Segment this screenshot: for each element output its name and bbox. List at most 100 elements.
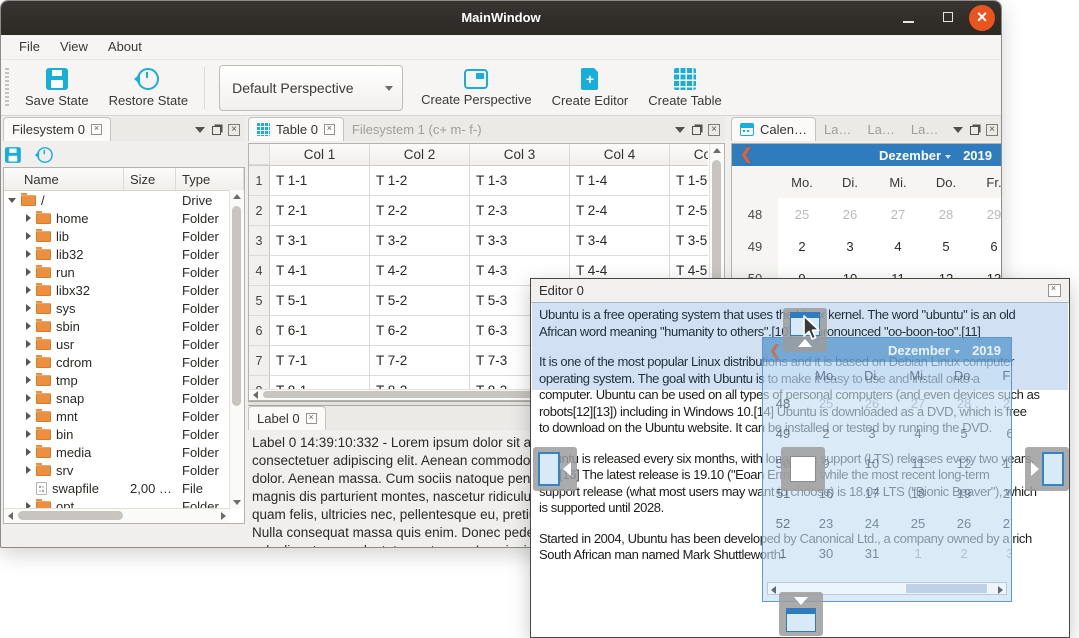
table-cell[interactable]: T 3-4 (570, 226, 670, 256)
row-header[interactable]: 1 (249, 166, 270, 196)
table-cell[interactable]: T 4-2 (370, 256, 470, 286)
tab-calendar[interactable]: Calen… (731, 117, 816, 141)
tab-table-0[interactable]: Table 0 (248, 117, 344, 141)
calendar-day[interactable]: 28 (941, 388, 987, 418)
column-header[interactable]: Col 3 (470, 144, 570, 165)
column-header-type[interactable]: Type (176, 168, 244, 190)
table-row[interactable]: swapfile2,00 …File (4, 479, 244, 497)
column-header[interactable]: Col 2 (370, 144, 470, 165)
scroll-down-icon[interactable] (233, 500, 241, 505)
calendar-day[interactable]: 6 (987, 418, 1012, 448)
tree-horizontal-scrollbar[interactable] (4, 508, 230, 523)
month-select[interactable]: Dezember (879, 148, 951, 163)
dock-drop-center-indicator[interactable] (781, 447, 825, 491)
float-panel-icon[interactable] (692, 126, 701, 135)
calendar-day[interactable]: 27 (987, 508, 1012, 538)
create-table-button[interactable]: Create Table (638, 65, 731, 111)
calendar-day[interactable]: 10 (849, 448, 895, 478)
calendar-day[interactable]: 5 (922, 230, 970, 262)
table-row[interactable]: mediaFolder (4, 443, 244, 461)
calendar-day[interactable]: 29 (970, 198, 1002, 230)
table-cell[interactable]: T 2-3 (470, 196, 570, 226)
table-row[interactable]: snapFolder (4, 389, 244, 407)
calendar-day[interactable]: 25 (803, 388, 849, 418)
table-row[interactable]: mntFolder (4, 407, 244, 425)
close-panel-icon[interactable] (228, 124, 240, 136)
table-cell[interactable]: T 2-2 (370, 196, 470, 226)
calendar-day[interactable]: 17 (849, 478, 895, 508)
table-row[interactable]: sbinFolder (4, 317, 244, 335)
calendar-day[interactable]: 26 (941, 508, 987, 538)
perspective-select[interactable]: Default Perspective (219, 65, 403, 111)
expander-icon[interactable] (8, 198, 16, 203)
calendar-day[interactable]: 29 (987, 388, 1012, 418)
table-cell[interactable]: T 3-5 (670, 226, 708, 256)
table-cell[interactable]: T 2-4 (570, 196, 670, 226)
calendar-day[interactable]: 3 (826, 230, 874, 262)
close-panel-icon[interactable] (708, 124, 720, 136)
expander-icon[interactable] (26, 214, 31, 222)
calendar-day[interactable]: 4 (874, 230, 922, 262)
calendar-day[interactable]: 2 (803, 418, 849, 448)
editor-close-icon[interactable] (1048, 284, 1061, 297)
table-cell[interactable]: T 8-2 (370, 376, 470, 390)
close-panel-icon[interactable] (986, 124, 998, 136)
expander-icon[interactable] (26, 376, 31, 384)
calendar-day[interactable]: 3 (987, 538, 1012, 568)
table-cell[interactable]: T 7-2 (370, 346, 470, 376)
expander-icon[interactable] (26, 340, 31, 348)
table-row[interactable]: tmpFolder (4, 371, 244, 389)
save-icon[interactable] (5, 147, 21, 163)
table-row[interactable]: srvFolder (4, 461, 244, 479)
expander-icon[interactable] (26, 268, 31, 276)
table-row[interactable]: libx32Folder (4, 281, 244, 299)
row-header[interactable]: 3 (249, 226, 270, 256)
tab-menu-icon[interactable] (675, 127, 685, 133)
row-header[interactable]: 7 (249, 346, 270, 376)
tab-close-icon[interactable] (324, 124, 335, 135)
tree-vertical-scrollbar[interactable] (229, 190, 244, 509)
calendar-day[interactable]: 20 (987, 478, 1012, 508)
column-header-name[interactable]: Name (4, 168, 124, 190)
calendar-day[interactable]: 2 (941, 538, 987, 568)
table-row[interactable]: lib32Folder (4, 245, 244, 263)
table-row[interactable]: usrFolder (4, 335, 244, 353)
titlebar[interactable]: MainWindow (1, 1, 1001, 35)
dock-drop-bottom-indicator[interactable] (779, 592, 823, 636)
table-row[interactable]: runFolder (4, 263, 244, 281)
row-header[interactable]: 4 (249, 256, 270, 286)
calendar-day[interactable]: 4 (895, 418, 941, 448)
menu-item-file[interactable]: File (9, 35, 50, 59)
table-row[interactable]: /Drive (4, 191, 244, 209)
calendar-day[interactable]: 26 (826, 198, 874, 230)
table-cell[interactable]: T 3-2 (370, 226, 470, 256)
tab-filesystem-1[interactable]: Filesystem 1 (c+ m- f-) (344, 118, 490, 141)
tab-filesystem-0[interactable]: Filesystem 0 (3, 117, 111, 141)
filesystem-tree[interactable]: NameSizeType /DrivehomeFolderlibFolderli… (3, 167, 245, 524)
tree-header[interactable]: NameSizeType (4, 168, 244, 191)
row-header[interactable]: 8 (249, 376, 270, 390)
expander-icon[interactable] (26, 358, 31, 366)
table-cell[interactable]: T 5-2 (370, 286, 470, 316)
previous-month-icon[interactable]: ❮ (740, 144, 753, 166)
scroll-left-icon[interactable] (253, 391, 258, 399)
column-header-size[interactable]: Size (124, 168, 176, 190)
tab-label-1[interactable]: La… (816, 118, 859, 141)
create-perspective-button[interactable]: Create Perspective (411, 66, 542, 110)
scroll-up-icon[interactable] (233, 194, 241, 199)
restore-state-button[interactable]: Restore State (99, 65, 199, 111)
calendar-day[interactable]: 19 (941, 478, 987, 508)
expander-icon[interactable] (26, 232, 31, 240)
tab-menu-icon[interactable] (195, 127, 205, 133)
table-cell[interactable]: T 6-2 (370, 316, 470, 346)
table-cell[interactable]: T 2-1 (270, 196, 370, 226)
expander-icon[interactable] (26, 412, 31, 420)
table-cell[interactable]: T 1-3 (470, 166, 570, 196)
table-cell[interactable]: T 1-5 (670, 166, 708, 196)
table-row[interactable]: sysFolder (4, 299, 244, 317)
year-select[interactable]: 2019 (963, 148, 992, 163)
calendar-day[interactable]: 27 (874, 198, 922, 230)
scroll-up-icon[interactable] (713, 148, 721, 153)
maximize-button[interactable] (939, 8, 959, 28)
save-state-button[interactable]: Save State (15, 65, 99, 111)
